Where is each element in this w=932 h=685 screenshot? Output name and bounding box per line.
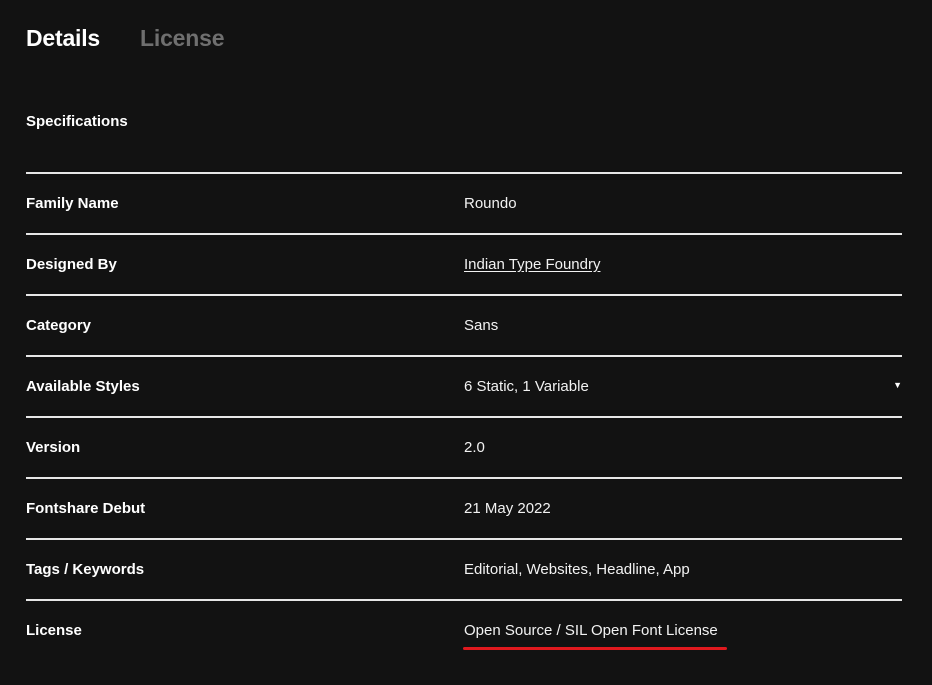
spec-value: Roundo xyxy=(464,195,517,212)
spec-label: Fontshare Debut xyxy=(26,500,146,517)
spec-label: Version xyxy=(26,439,81,456)
spec-label: Category xyxy=(26,317,92,334)
spec-row-designed-by: Designed By Indian Type Foundry xyxy=(26,233,902,294)
spec-value: 6 Static, 1 Variable xyxy=(464,378,589,395)
section-title: Specifications xyxy=(26,113,128,130)
tab-license[interactable]: License xyxy=(140,24,224,52)
license-value[interactable]: Open Source / SIL Open Font License xyxy=(464,622,718,640)
spec-row-family-name: Family Name Roundo xyxy=(26,172,902,233)
triangle-down-icon[interactable]: ▼ xyxy=(893,380,902,390)
spec-label: Available Styles xyxy=(26,378,140,395)
spec-row-license: License Open Source / SIL Open Font Lice… xyxy=(26,599,902,660)
spec-row-fontshare-debut: Fontshare Debut 21 May 2022 xyxy=(26,477,902,538)
spec-label: Designed By xyxy=(26,256,117,273)
spec-row-version: Version 2.0 xyxy=(26,416,902,477)
spec-value: 2.0 xyxy=(464,439,485,456)
spec-value: 21 May 2022 xyxy=(464,500,551,517)
tab-details[interactable]: Details xyxy=(26,24,100,52)
spec-label: License xyxy=(26,622,82,639)
license-highlight-underline xyxy=(463,647,727,650)
spec-row-tags: Tags / Keywords Editorial, Websites, Hea… xyxy=(26,538,902,599)
designer-link[interactable]: Indian Type Foundry xyxy=(464,256,600,274)
spec-value: Sans xyxy=(464,317,499,334)
spec-label: Family Name xyxy=(26,195,119,212)
tab-bar: Details License xyxy=(26,24,224,52)
spec-label: Tags / Keywords xyxy=(26,561,145,578)
spec-value: Editorial, Websites, Headline, App xyxy=(464,561,690,578)
specifications-table: Family Name Roundo Designed By Indian Ty… xyxy=(26,172,902,660)
spec-row-category: Category Sans xyxy=(26,294,902,355)
spec-row-available-styles[interactable]: Available Styles 6 Static, 1 Variable ▼ xyxy=(26,355,902,416)
